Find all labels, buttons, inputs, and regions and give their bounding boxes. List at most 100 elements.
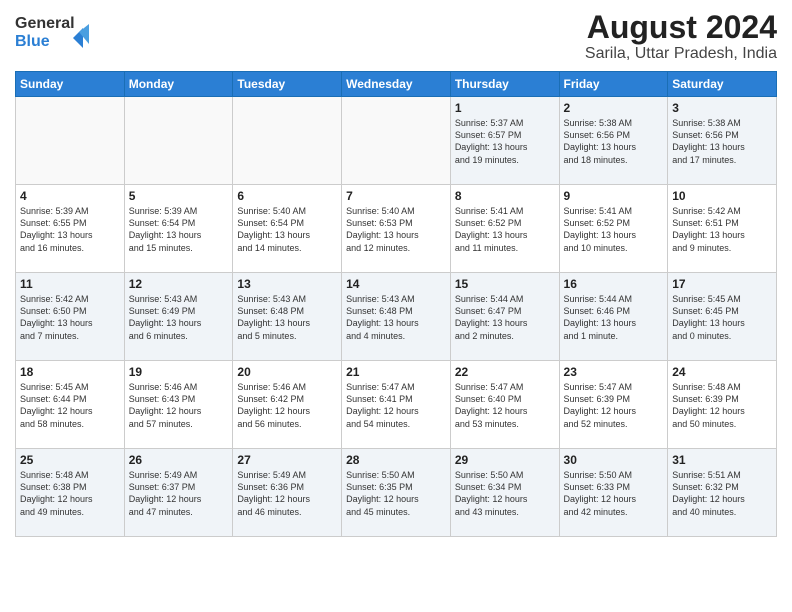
day-cell: 27Sunrise: 5:49 AM Sunset: 6:36 PM Dayli… <box>233 449 342 537</box>
day-info: Sunrise: 5:38 AM Sunset: 6:56 PM Dayligh… <box>564 117 664 166</box>
weekday-header-sunday: Sunday <box>16 72 125 97</box>
day-cell: 31 Sunrise: 5:51 AM Sunset: 6:32 PM Dayli… <box>668 449 777 537</box>
day-cell <box>16 97 125 185</box>
day-info: Sunrise: 5:41 AM Sunset: 6:52 PM Dayligh… <box>455 205 555 254</box>
day-number: 14 <box>346 277 446 291</box>
day-cell: 30 Sunrise: 5:50 AM Sunset: 6:33 PM Dayli… <box>559 449 668 537</box>
day-number: 21 <box>346 365 446 379</box>
svg-text:General: General <box>15 15 75 32</box>
weekday-header-row: SundayMondayTuesdayWednesdayThursdayFrid… <box>16 72 777 97</box>
day-cell <box>124 97 233 185</box>
day-info: Sunrise: 5:48 AM Sunset: 6:39 PM Dayligh… <box>672 381 772 430</box>
day-cell: 17 Sunrise: 5:45 AM Sunset: 6:45 PM Dayli… <box>668 273 777 361</box>
logo-icon: General Blue <box>15 10 95 55</box>
day-cell: 22 Sunrise: 5:47 AM Sunset: 6:40 PM Dayli… <box>450 361 559 449</box>
day-number: 17 <box>672 277 772 291</box>
day-info: Sunrise: 5:50 AM Sunset: 6:34 PM Dayligh… <box>455 469 555 518</box>
day-info: Sunrise: 5:47 AM Sunset: 6:40 PM Dayligh… <box>455 381 555 430</box>
weekday-header-saturday: Saturday <box>668 72 777 97</box>
day-number: 2 <box>564 101 664 115</box>
day-info: Sunrise: 5:41 AM Sunset: 6:52 PM Dayligh… <box>564 205 664 254</box>
day-number: 8 <box>455 189 555 203</box>
day-cell: 15 Sunrise: 5:44 AM Sunset: 6:47 PM Dayli… <box>450 273 559 361</box>
day-info: Sunrise: 5:43 AM Sunset: 6:49 PM Dayligh… <box>129 293 229 342</box>
day-cell: 9 Sunrise: 5:41 AM Sunset: 6:52 PM Daylig… <box>559 185 668 273</box>
day-number: 5 <box>129 189 229 203</box>
day-info: Sunrise: 5:48 AM Sunset: 6:38 PM Dayligh… <box>20 469 120 518</box>
day-cell: 3Sunrise: 5:38 AM Sunset: 6:56 PM Daylig… <box>668 97 777 185</box>
day-cell: 14 Sunrise: 5:43 AM Sunset: 6:48 PM Dayli… <box>342 273 451 361</box>
day-cell: 11 Sunrise: 5:42 AM Sunset: 6:50 PM Dayli… <box>16 273 125 361</box>
day-info: Sunrise: 5:44 AM Sunset: 6:46 PM Dayligh… <box>564 293 664 342</box>
page: General Blue August 2024 Sarila, Uttar P… <box>0 0 792 612</box>
day-info: Sunrise: 5:51 AM Sunset: 6:32 PM Dayligh… <box>672 469 772 518</box>
weekday-header-monday: Monday <box>124 72 233 97</box>
week-row-2: 4 Sunrise: 5:39 AM Sunset: 6:55 PM Daylig… <box>16 185 777 273</box>
day-number: 1 <box>455 101 555 115</box>
day-number: 25 <box>20 453 120 467</box>
day-number: 20 <box>237 365 337 379</box>
day-number: 3 <box>672 101 772 115</box>
day-cell: 6Sunrise: 5:40 AM Sunset: 6:54 PM Daylig… <box>233 185 342 273</box>
day-info: Sunrise: 5:43 AM Sunset: 6:48 PM Dayligh… <box>237 293 337 342</box>
day-number: 29 <box>455 453 555 467</box>
day-info: Sunrise: 5:40 AM Sunset: 6:54 PM Dayligh… <box>237 205 337 254</box>
day-cell: 16Sunrise: 5:44 AM Sunset: 6:46 PM Dayli… <box>559 273 668 361</box>
day-info: Sunrise: 5:39 AM Sunset: 6:54 PM Dayligh… <box>129 205 229 254</box>
day-cell: 8 Sunrise: 5:41 AM Sunset: 6:52 PM Daylig… <box>450 185 559 273</box>
day-number: 7 <box>346 189 446 203</box>
day-cell <box>233 97 342 185</box>
day-number: 26 <box>129 453 229 467</box>
day-cell: 18 Sunrise: 5:45 AM Sunset: 6:44 PM Dayli… <box>16 361 125 449</box>
weekday-header-friday: Friday <box>559 72 668 97</box>
day-cell <box>342 97 451 185</box>
day-info: Sunrise: 5:46 AM Sunset: 6:43 PM Dayligh… <box>129 381 229 430</box>
logo: General Blue <box>15 10 95 55</box>
day-cell: 5 Sunrise: 5:39 AM Sunset: 6:54 PM Daylig… <box>124 185 233 273</box>
day-cell: 25 Sunrise: 5:48 AM Sunset: 6:38 PM Dayli… <box>16 449 125 537</box>
week-row-1: 1 Sunrise: 5:37 AM Sunset: 6:57 PM Daylig… <box>16 97 777 185</box>
day-number: 15 <box>455 277 555 291</box>
svg-text:Blue: Blue <box>15 33 50 50</box>
day-info: Sunrise: 5:49 AM Sunset: 6:36 PM Dayligh… <box>237 469 337 518</box>
day-cell: 12 Sunrise: 5:43 AM Sunset: 6:49 PM Dayli… <box>124 273 233 361</box>
day-info: Sunrise: 5:46 AM Sunset: 6:42 PM Dayligh… <box>237 381 337 430</box>
day-info: Sunrise: 5:47 AM Sunset: 6:41 PM Dayligh… <box>346 381 446 430</box>
calendar-title: August 2024 <box>585 10 777 45</box>
week-row-3: 11 Sunrise: 5:42 AM Sunset: 6:50 PM Dayli… <box>16 273 777 361</box>
day-number: 4 <box>20 189 120 203</box>
day-number: 11 <box>20 277 120 291</box>
day-cell: 24 Sunrise: 5:48 AM Sunset: 6:39 PM Dayli… <box>668 361 777 449</box>
day-info: Sunrise: 5:50 AM Sunset: 6:33 PM Dayligh… <box>564 469 664 518</box>
day-cell: 7 Sunrise: 5:40 AM Sunset: 6:53 PM Daylig… <box>342 185 451 273</box>
day-cell: 13Sunrise: 5:43 AM Sunset: 6:48 PM Dayli… <box>233 273 342 361</box>
day-number: 23 <box>564 365 664 379</box>
day-number: 31 <box>672 453 772 467</box>
day-info: Sunrise: 5:44 AM Sunset: 6:47 PM Dayligh… <box>455 293 555 342</box>
day-info: Sunrise: 5:45 AM Sunset: 6:45 PM Dayligh… <box>672 293 772 342</box>
calendar-table: SundayMondayTuesdayWednesdayThursdayFrid… <box>15 71 777 537</box>
day-number: 30 <box>564 453 664 467</box>
day-info: Sunrise: 5:42 AM Sunset: 6:51 PM Dayligh… <box>672 205 772 254</box>
day-info: Sunrise: 5:42 AM Sunset: 6:50 PM Dayligh… <box>20 293 120 342</box>
day-number: 24 <box>672 365 772 379</box>
day-cell: 28Sunrise: 5:50 AM Sunset: 6:35 PM Dayli… <box>342 449 451 537</box>
day-info: Sunrise: 5:40 AM Sunset: 6:53 PM Dayligh… <box>346 205 446 254</box>
day-number: 12 <box>129 277 229 291</box>
day-info: Sunrise: 5:39 AM Sunset: 6:55 PM Dayligh… <box>20 205 120 254</box>
day-info: Sunrise: 5:37 AM Sunset: 6:57 PM Dayligh… <box>455 117 555 166</box>
weekday-header-thursday: Thursday <box>450 72 559 97</box>
day-cell: 21 Sunrise: 5:47 AM Sunset: 6:41 PM Dayli… <box>342 361 451 449</box>
day-cell: 10Sunrise: 5:42 AM Sunset: 6:51 PM Dayli… <box>668 185 777 273</box>
day-info: Sunrise: 5:49 AM Sunset: 6:37 PM Dayligh… <box>129 469 229 518</box>
day-info: Sunrise: 5:45 AM Sunset: 6:44 PM Dayligh… <box>20 381 120 430</box>
day-number: 18 <box>20 365 120 379</box>
day-number: 19 <box>129 365 229 379</box>
day-number: 9 <box>564 189 664 203</box>
day-number: 22 <box>455 365 555 379</box>
day-cell: 29 Sunrise: 5:50 AM Sunset: 6:34 PM Dayli… <box>450 449 559 537</box>
weekday-header-tuesday: Tuesday <box>233 72 342 97</box>
day-info: Sunrise: 5:43 AM Sunset: 6:48 PM Dayligh… <box>346 293 446 342</box>
weekday-header-wednesday: Wednesday <box>342 72 451 97</box>
title-area: August 2024 Sarila, Uttar Pradesh, India <box>585 10 777 63</box>
